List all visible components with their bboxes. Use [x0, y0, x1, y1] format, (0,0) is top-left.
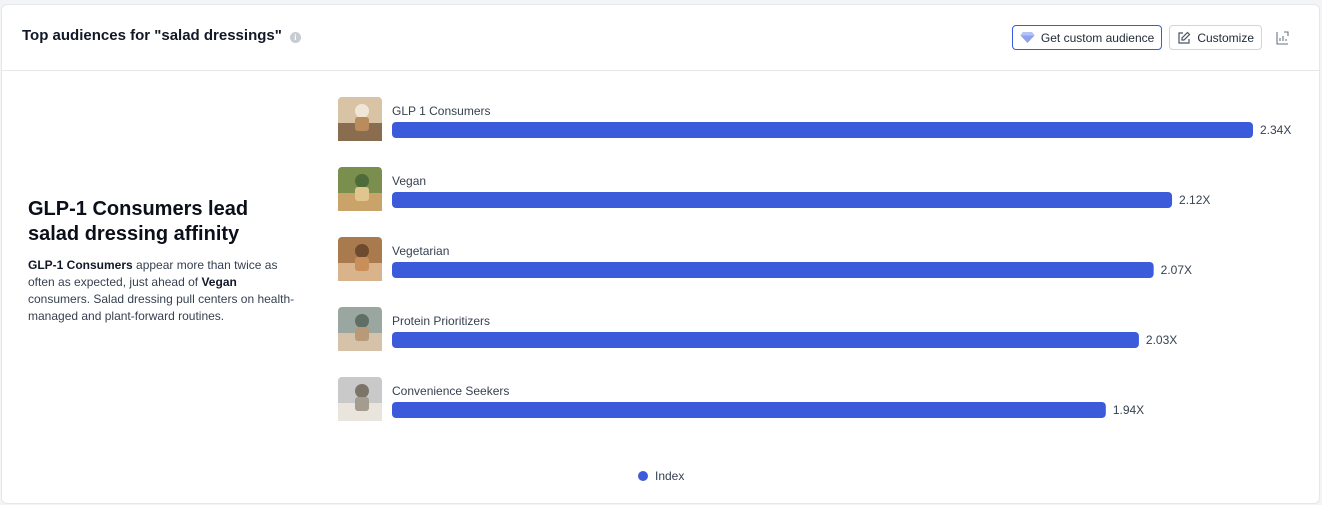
- bar: [392, 402, 1106, 418]
- audience-card: Top audiences for "salad dressings" i Ge…: [1, 4, 1320, 504]
- category-label: Protein Prioritizers: [392, 314, 490, 328]
- thumbnail-figure-body: [355, 257, 369, 271]
- value-label: 2.07X: [1161, 263, 1192, 277]
- thumbnail-figure-body: [355, 117, 369, 131]
- legend-swatch: [638, 471, 648, 481]
- category-label: Convenience Seekers: [392, 384, 509, 398]
- value-label: 2.03X: [1146, 333, 1177, 347]
- value-label: 1.94X: [1113, 403, 1144, 417]
- thumbnail-figure: [355, 104, 369, 118]
- thumbnail-figure-body: [355, 187, 369, 201]
- category-label: Vegetarian: [392, 244, 449, 258]
- audience-bar-chart: GLP 1 Consumers 2.34X Vegan 2.12X Vegetarian…: [338, 97, 1291, 421]
- value-label: 2.12X: [1179, 193, 1210, 207]
- thumbnail-figure: [355, 174, 369, 188]
- chart-legend[interactable]: Index: [638, 469, 684, 483]
- bar: [392, 122, 1253, 138]
- bar: [392, 332, 1139, 348]
- legend-label: Index: [655, 469, 685, 483]
- value-label: 2.34X: [1260, 123, 1291, 137]
- thumbnail-figure: [355, 244, 369, 258]
- thumbnail-figure: [355, 384, 369, 398]
- thumbnail-figure-body: [355, 327, 369, 341]
- bar: [392, 262, 1154, 278]
- bar: [392, 192, 1173, 208]
- category-label: GLP 1 Consumers: [392, 104, 491, 118]
- thumbnail-figure: [355, 314, 369, 328]
- thumbnail-figure-body: [355, 397, 369, 411]
- category-label: Vegan: [392, 174, 426, 188]
